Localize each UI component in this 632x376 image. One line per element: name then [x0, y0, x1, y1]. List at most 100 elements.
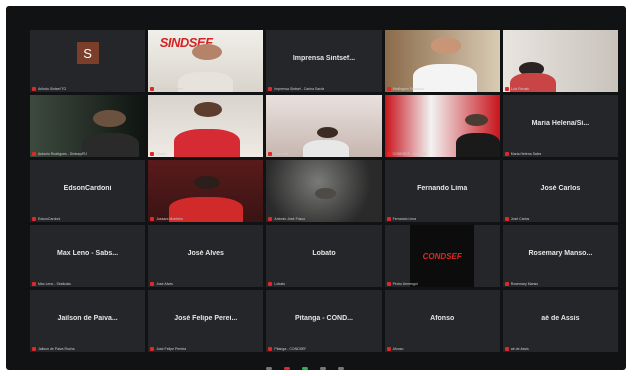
mic-muted-icon: [32, 152, 36, 156]
participant-name-label: José Alves: [150, 282, 173, 286]
participant-tile[interactable]: Jussara Monteiro: [148, 160, 264, 222]
person-head: [314, 187, 336, 200]
participant-name-label: Arlindo Sintsef TO: [32, 87, 66, 91]
mic-muted-icon: [32, 282, 36, 286]
participant-display-name: Jailson de Paiva...: [57, 314, 118, 322]
participant-name-text: Jeferson - Sintsef: [156, 87, 184, 91]
participant-tile[interactable]: Wellington Pesanha: [384, 30, 500, 92]
mic-muted-icon: [150, 152, 155, 156]
share-screen-icon[interactable]: [302, 367, 308, 370]
participant-video: CONDSEF: [385, 225, 500, 287]
participant-display-name: José Alves: [187, 249, 224, 257]
participant-name-label: Max Leno - Sindicato: [32, 282, 71, 286]
person-body: [456, 133, 500, 157]
participant-name-label: Wellington Pesanha: [386, 87, 424, 91]
participant-tile[interactable]: Rosemary Manso... Rosemary Manso: [502, 225, 618, 287]
mic-muted-icon: [386, 217, 391, 221]
participant-name-text: Jussara Monteiro: [156, 217, 184, 221]
zoom-meeting-window: ✋ SArlindo Sintsef TOSINDSEFJeferson - S…: [6, 6, 626, 370]
participant-name-text: José Alves: [156, 282, 173, 286]
participant-name-text: Pedro Armengol: [392, 282, 418, 286]
participant-display-name: Afonso: [430, 314, 455, 322]
participant-name-text: Rosemary Manso: [510, 282, 539, 286]
participant-video: [148, 160, 264, 222]
mic-muted-icon: [268, 282, 273, 286]
participant-name-label: Imprensa Sintsef - Carina Sarda: [268, 87, 324, 91]
participant-tile[interactable]: S Arlindo Sintsef TO: [30, 30, 146, 92]
mic-muted-icon: [386, 347, 391, 351]
participant-tile[interactable]: Afonso Afonso: [384, 290, 500, 352]
participant-tile[interactable]: José Alves José Alves: [148, 225, 264, 287]
participant-display-name: Maria Helena/Si...: [531, 119, 590, 127]
mic-muted-icon: [504, 152, 509, 156]
participant-name-text: EdsonCardoni: [38, 217, 61, 221]
participant-name-text: aé de Assis: [510, 347, 529, 351]
participant-tile[interactable]: Antonio José Fusco: [266, 160, 382, 222]
condsef-logo: CONDSEF: [409, 225, 475, 287]
participant-tile[interactable]: Imprensa Sintsef... Imprensa Sintsef - Ca…: [266, 30, 382, 92]
mic-muted-icon: [32, 347, 36, 351]
participant-tile[interactable]: Jailson de Paiva... Jailson de Paiva Roch…: [30, 290, 146, 352]
participant-tile[interactable]: Fernando Lima Fernando Lima: [384, 160, 500, 222]
avatar: S: [76, 42, 99, 65]
mic-muted-icon: [268, 347, 273, 351]
participant-display-name: Imprensa Sintsef...: [292, 54, 356, 62]
participant-tile[interactable]: José Felipe Perei... José Felipe Pereira: [148, 290, 264, 352]
person-head: [194, 175, 220, 190]
stop-video-icon[interactable]: [284, 367, 290, 370]
mic-muted-icon: [268, 217, 273, 221]
participant-video: [502, 30, 618, 92]
participant-name-text: Fernando Lima: [392, 217, 417, 221]
participant-tile[interactable]: SINDSEF Jeferson - Sintsef: [148, 30, 264, 92]
participant-name-text: Jailson de Paiva Rocha: [38, 347, 75, 351]
participant-tile[interactable]: José Carlos José Carlos: [502, 160, 618, 222]
participant-name-text: Antonio Rodrigues - Sintsep/RJ: [38, 152, 87, 156]
participant-tile[interactable]: CONDSEF Pedro Armengol: [384, 225, 500, 287]
participant-tile[interactable]: Max Leno - Sabs... Max Leno - Sindicato: [30, 225, 146, 287]
person-body: [173, 129, 241, 157]
participant-name-label: Antonio Rodrigues - Sintsep/RJ: [32, 152, 87, 156]
participant-display-name: EdsonCardoni: [63, 184, 112, 192]
person-head: [93, 109, 126, 128]
person-head: [317, 127, 338, 139]
person-body: [303, 139, 350, 157]
person-body: [178, 72, 234, 92]
participant-display-name: José Carlos: [540, 184, 581, 192]
mic-muted-icon: [504, 217, 509, 221]
mic-muted-icon: [504, 282, 509, 286]
participant-tile[interactable]: Maria Helena/Si... Maria Helena Sales: [502, 95, 618, 157]
mic-muted-icon: [504, 87, 509, 91]
participant-tile[interactable]: Eliana: [148, 95, 264, 157]
person-head: [465, 113, 489, 126]
mute-icon[interactable]: [266, 367, 272, 370]
person-head: [191, 43, 222, 60]
participant-tile[interactable]: Luis Ives: [266, 95, 382, 157]
meeting-toolbar: [266, 367, 344, 370]
participant-name-text: Maria Helena Sales: [510, 152, 542, 156]
participant-name-label: Luis Ives: [268, 152, 288, 156]
participant-video: [148, 95, 264, 157]
participant-display-name: Rosemary Manso...: [528, 249, 593, 257]
participant-name-label: Jailson de Paiva Rocha: [32, 347, 75, 351]
participant-grid: S Arlindo Sintsef TO SINDSEF Jeferson - Sin…: [30, 30, 618, 352]
chat-icon[interactable]: [338, 367, 344, 370]
mic-muted-icon: [268, 152, 273, 156]
participant-name-label: José Carlos: [504, 217, 530, 221]
participant-name-label: Maria Helena Sales: [504, 152, 542, 156]
mic-muted-icon: [150, 347, 155, 351]
participant-tile[interactable]: CONDSEF - Vanderlei: [384, 95, 500, 157]
person-body: [81, 133, 140, 157]
participant-tile[interactable]: Pitanga - COND... Pitanga - CONDSEF: [266, 290, 382, 352]
participant-tile[interactable]: EdsonCardoni EdsonCardoni: [30, 160, 146, 222]
participant-tile[interactable]: Luiz Renato: [502, 30, 618, 92]
participant-tile[interactable]: aé de Assis aé de Assis: [502, 290, 618, 352]
participant-tile[interactable]: Antonio Rodrigues - Sintsep/RJ: [30, 95, 146, 157]
participant-name-label: Lobato: [268, 282, 285, 286]
participant-name-label: Eliana: [150, 152, 166, 156]
participant-display-name: Lobato: [312, 249, 336, 257]
participant-name-text: CONDSEF - Vanderlei: [392, 152, 428, 156]
participant-tile[interactable]: Lobato Lobato: [266, 225, 382, 287]
participants-icon[interactable]: [320, 367, 326, 370]
participant-name-text: José Carlos: [510, 217, 530, 221]
participant-name-label: Pitanga - CONDSEF: [268, 347, 306, 351]
